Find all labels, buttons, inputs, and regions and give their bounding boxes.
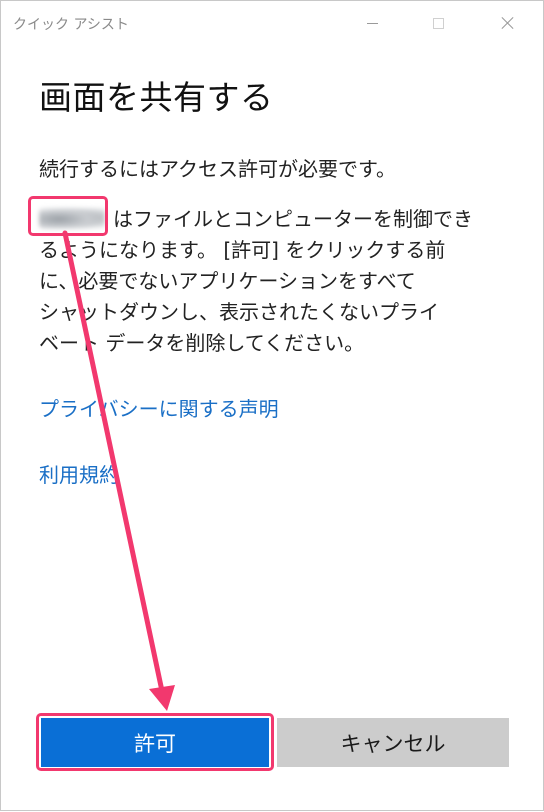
- minimize-icon: [366, 22, 378, 24]
- window-title: クイック アシスト: [13, 17, 129, 33]
- permission-intro: 続行するにはアクセス許可が必要です。: [39, 157, 396, 181]
- terms-of-use-link[interactable]: 利用規約: [39, 459, 119, 488]
- description-line-2: るようになります。 [許可] をクリックする前: [39, 238, 446, 262]
- description-line-1: はファイルとコンピューターを制御でき: [39, 204, 509, 235]
- description-line-5: ベート データを削除してください。: [39, 331, 365, 355]
- permission-description: はファイルとコンピューターを制御でき るようになります。 [許可] をクリックす…: [39, 204, 509, 359]
- annotation-highlight-name: [28, 196, 108, 236]
- maximize-button: [415, 1, 461, 45]
- privacy-statement-link[interactable]: プライバシーに関する声明: [39, 393, 279, 422]
- close-icon: [501, 16, 515, 30]
- close-button[interactable]: [485, 1, 531, 45]
- title-bar[interactable]: クイック アシスト: [1, 1, 543, 45]
- cancel-button[interactable]: キャンセル: [277, 718, 509, 767]
- page-title: 画面を共有する: [39, 78, 274, 117]
- quick-assist-window: クイック アシスト 画面を共有する 続行するにはアクセス許可が必要です。 はファ…: [0, 0, 544, 811]
- description-line-4: シャットダウンし、表示されたくないプライ: [39, 300, 439, 324]
- annotation-highlight-allow: [36, 713, 274, 771]
- minimize-button[interactable]: [349, 1, 395, 45]
- description-line-3: に、必要でないアプリケーションをすべて: [39, 269, 416, 293]
- maximize-icon: [432, 17, 444, 29]
